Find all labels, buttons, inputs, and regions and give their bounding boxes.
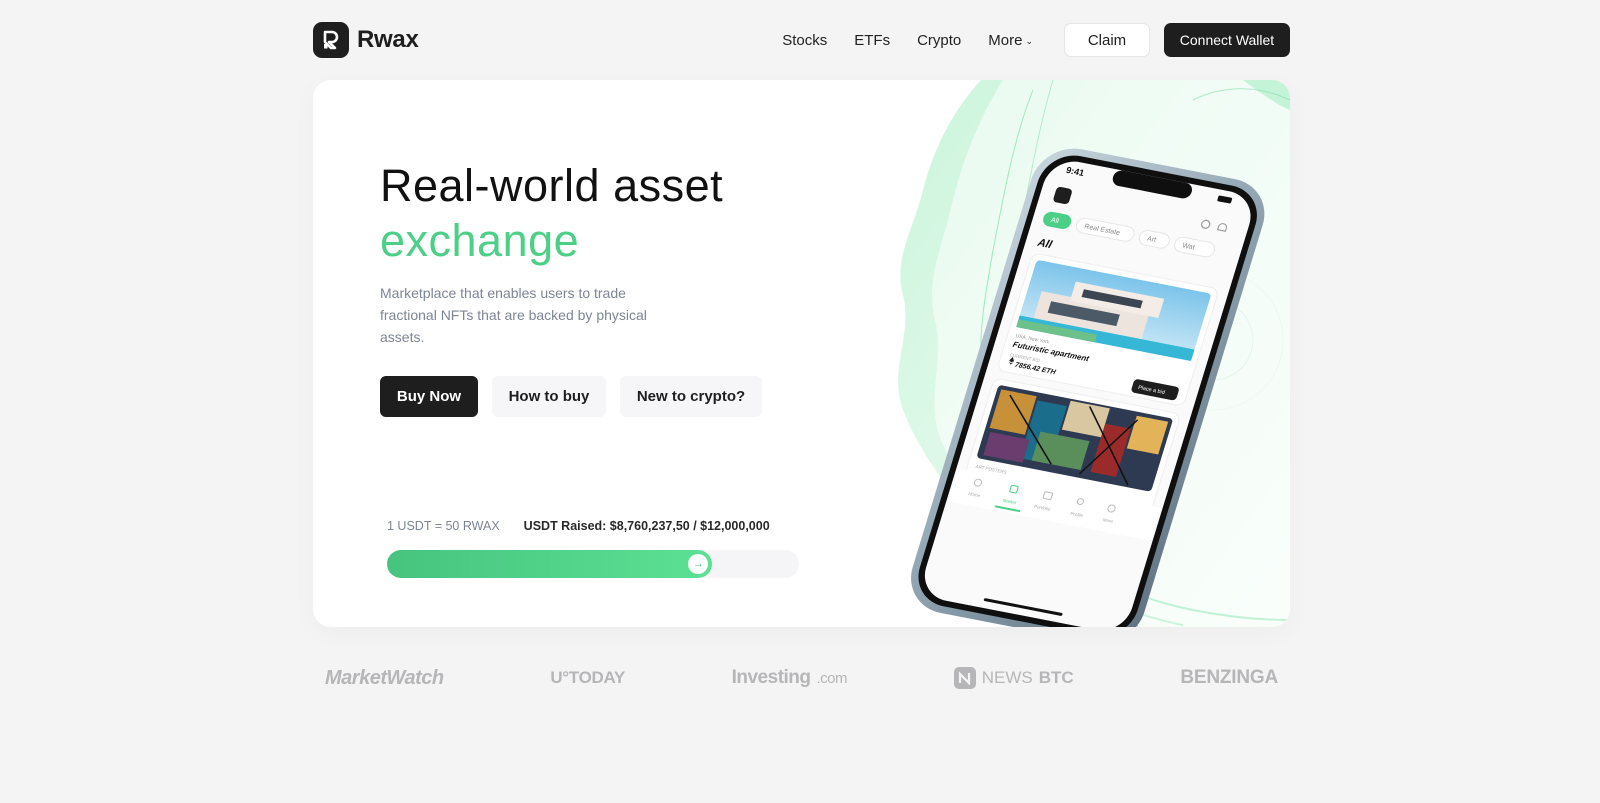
investing-logo: Investing .com	[731, 667, 848, 689]
exchange-rate: 1 USDT = 50 RWAX	[387, 519, 500, 533]
top-navbar: Rwax Stocks ETFs Crypto More ⌄ Claim Con…	[313, 20, 1290, 60]
hero-title-line1: Real-world asset	[380, 160, 724, 211]
hero-title-accent: exchange	[380, 215, 580, 266]
presale-progress-fill	[387, 550, 713, 578]
newsbtc-mark-icon	[953, 667, 976, 689]
hero-card: 9:41 All Real Estate Art Wat All USA, Ne…	[313, 80, 1290, 627]
utoday-logo: U°TODAY	[550, 668, 625, 687]
hero-description: Marketplace that enables users to trade …	[380, 285, 647, 345]
usdt-raised: USDT Raised: $8,760,237,50 / $12,000,000	[523, 519, 770, 533]
nav-etfs[interactable]: ETFs	[854, 32, 890, 49]
newsbtc-logo: NEWS BTC	[953, 667, 1074, 689]
presale-info: 1 USDT = 50 RWAX USDT Raised: $8,760,237…	[387, 519, 770, 533]
press-logos: MarketWatch U°TODAY Investing .com NEWS BT…	[313, 660, 1290, 696]
nav-more-label: More	[988, 31, 1023, 49]
connect-wallet-button[interactable]: Connect Wallet	[1164, 23, 1290, 57]
nav-more[interactable]: More ⌄	[988, 32, 1033, 49]
how-to-buy-button[interactable]: How to buy	[492, 376, 606, 417]
claim-button[interactable]: Claim	[1064, 23, 1150, 57]
nav-crypto[interactable]: Crypto	[917, 32, 961, 49]
new-to-crypto-button[interactable]: New to crypto?	[620, 376, 762, 417]
hero-title: Real-world asset exchange	[380, 158, 723, 268]
newsbtc-logo-news: NEWS	[981, 668, 1033, 687]
benzinga-logo: BENZINGA	[1180, 667, 1278, 688]
investing-logo-tld: .com	[816, 669, 848, 687]
buy-now-button[interactable]: Buy Now	[380, 376, 478, 417]
cta-buttons: Buy Now How to buy New to crypto?	[380, 376, 762, 417]
brand-logo[interactable]: Rwax	[313, 22, 419, 58]
marketwatch-logo: MarketWatch	[325, 666, 444, 689]
chevron-down-icon: ⌄	[1025, 35, 1033, 46]
presale-progress-bar: →	[387, 550, 799, 578]
main-nav: Stocks ETFs Crypto More ⌄ Claim Connect …	[782, 23, 1290, 57]
nav-stocks[interactable]: Stocks	[782, 32, 827, 49]
investing-logo-word: Investing	[731, 667, 811, 688]
brand-name: Rwax	[357, 26, 419, 53]
newsbtc-logo-btc: BTC	[1038, 668, 1074, 687]
rwax-logo-icon	[313, 22, 349, 58]
